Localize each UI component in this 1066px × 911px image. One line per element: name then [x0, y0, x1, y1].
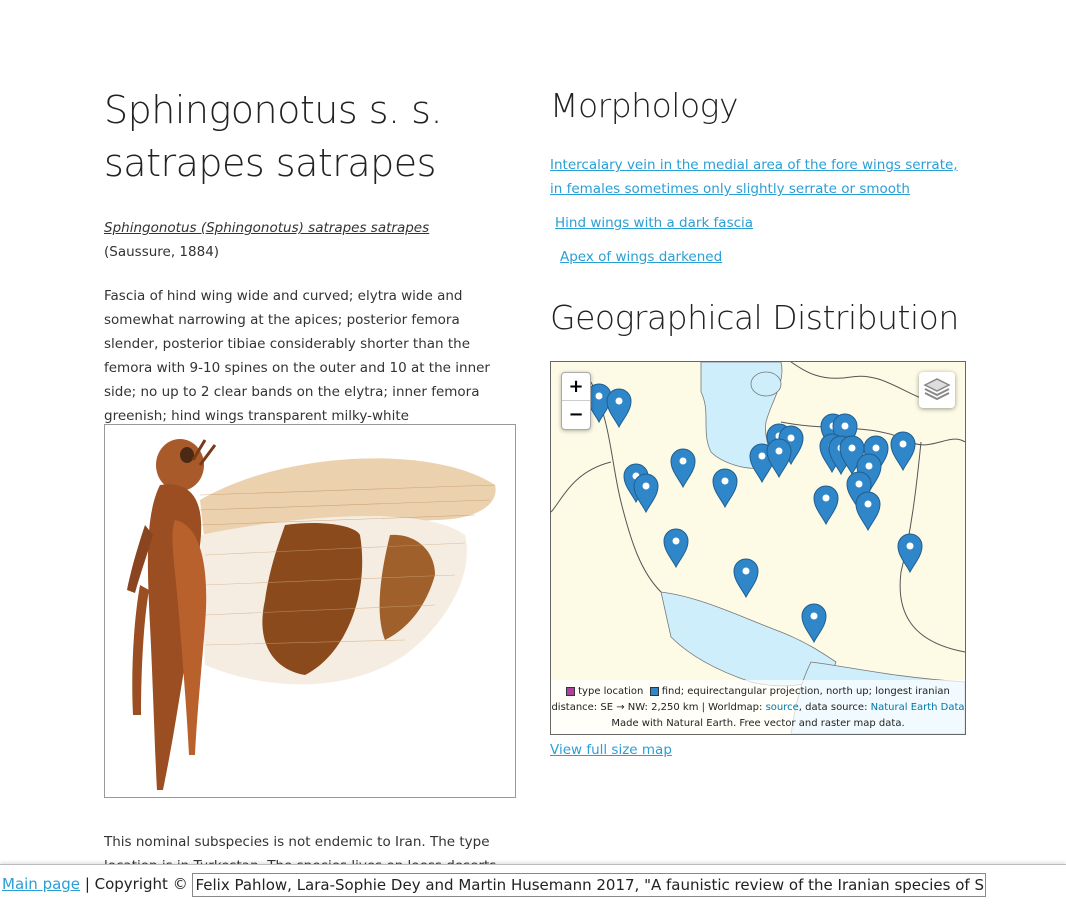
map-marker-icon[interactable] [890, 431, 916, 472]
taxonomy-block: Sphingonotus (Sphingonotus) satrapes sat… [104, 216, 516, 264]
footer: Main page | Copyright © Felix Pahlow, La… [0, 864, 1066, 911]
map-marker-icon[interactable] [733, 558, 759, 599]
map-markers [586, 383, 923, 644]
zoom-control: + − [561, 372, 591, 430]
layers-icon [923, 378, 951, 401]
type-location-swatch [566, 686, 576, 696]
find-swatch [649, 686, 659, 696]
map-marker-icon[interactable] [606, 388, 632, 429]
species-description: Fascia of hind wing wide and curved; ely… [104, 288, 490, 424]
morphology-link-vein[interactable]: Intercalary vein in the medial area of t… [550, 153, 966, 201]
morphology-link-fascia[interactable]: Hind wings with a dark fascia [555, 211, 966, 235]
morphology-heading: Morphology [550, 86, 738, 125]
layers-button[interactable] [919, 372, 955, 408]
worldmap-source-link[interactable]: source [766, 702, 799, 713]
map-marker-icon[interactable] [633, 473, 659, 514]
map-marker-icon[interactable] [663, 528, 689, 569]
map-marker-icon[interactable] [712, 468, 738, 509]
map-marker-icon[interactable] [766, 438, 792, 479]
map-marker-icon[interactable] [801, 603, 827, 644]
grasshopper-image [127, 439, 496, 790]
natural-earth-link[interactable]: Natural Earth Data [871, 702, 965, 713]
map-marker-icon[interactable] [855, 491, 881, 532]
morphology-link-apex[interactable]: Apex of wings darkened [560, 245, 966, 269]
zoom-in-button[interactable]: + [562, 373, 590, 401]
map-marker-icon[interactable] [670, 448, 696, 489]
species-info: Sphingonotus s. s. satrapes satrapes Sph… [104, 84, 516, 428]
made-with-note: Made with Natural Earth. Free vector and… [611, 718, 905, 729]
page-title: Sphingonotus s. s. satrapes satrapes [104, 88, 443, 185]
map-marker-icon[interactable] [813, 485, 839, 526]
zoom-out-button[interactable]: − [562, 401, 590, 428]
morphology-section: Morphology Intercalary vein in the media… [550, 84, 966, 269]
morphology-links: Intercalary vein in the medial area of t… [550, 153, 966, 269]
distribution-map[interactable]: + − type location find; equirectangular … [550, 361, 966, 735]
main-page-link[interactable]: Main page [2, 875, 80, 893]
citation-box[interactable]: Felix Pahlow, Lara-Sophie Dey and Martin… [192, 872, 987, 897]
copyright-text: | Copyright © [80, 875, 193, 893]
map-marker-icon[interactable] [897, 533, 923, 574]
map-caption: type location find; equirectangular proj… [551, 680, 965, 734]
specimen-photo [104, 424, 516, 798]
distribution-heading: Geographical Distribution [550, 298, 959, 337]
view-full-map-link[interactable]: View full size map [550, 739, 672, 761]
authority: (Saussure, 1884) [104, 244, 220, 260]
scientific-name-link[interactable]: Sphingonotus (Sphingonotus) satrapes sat… [104, 220, 429, 236]
